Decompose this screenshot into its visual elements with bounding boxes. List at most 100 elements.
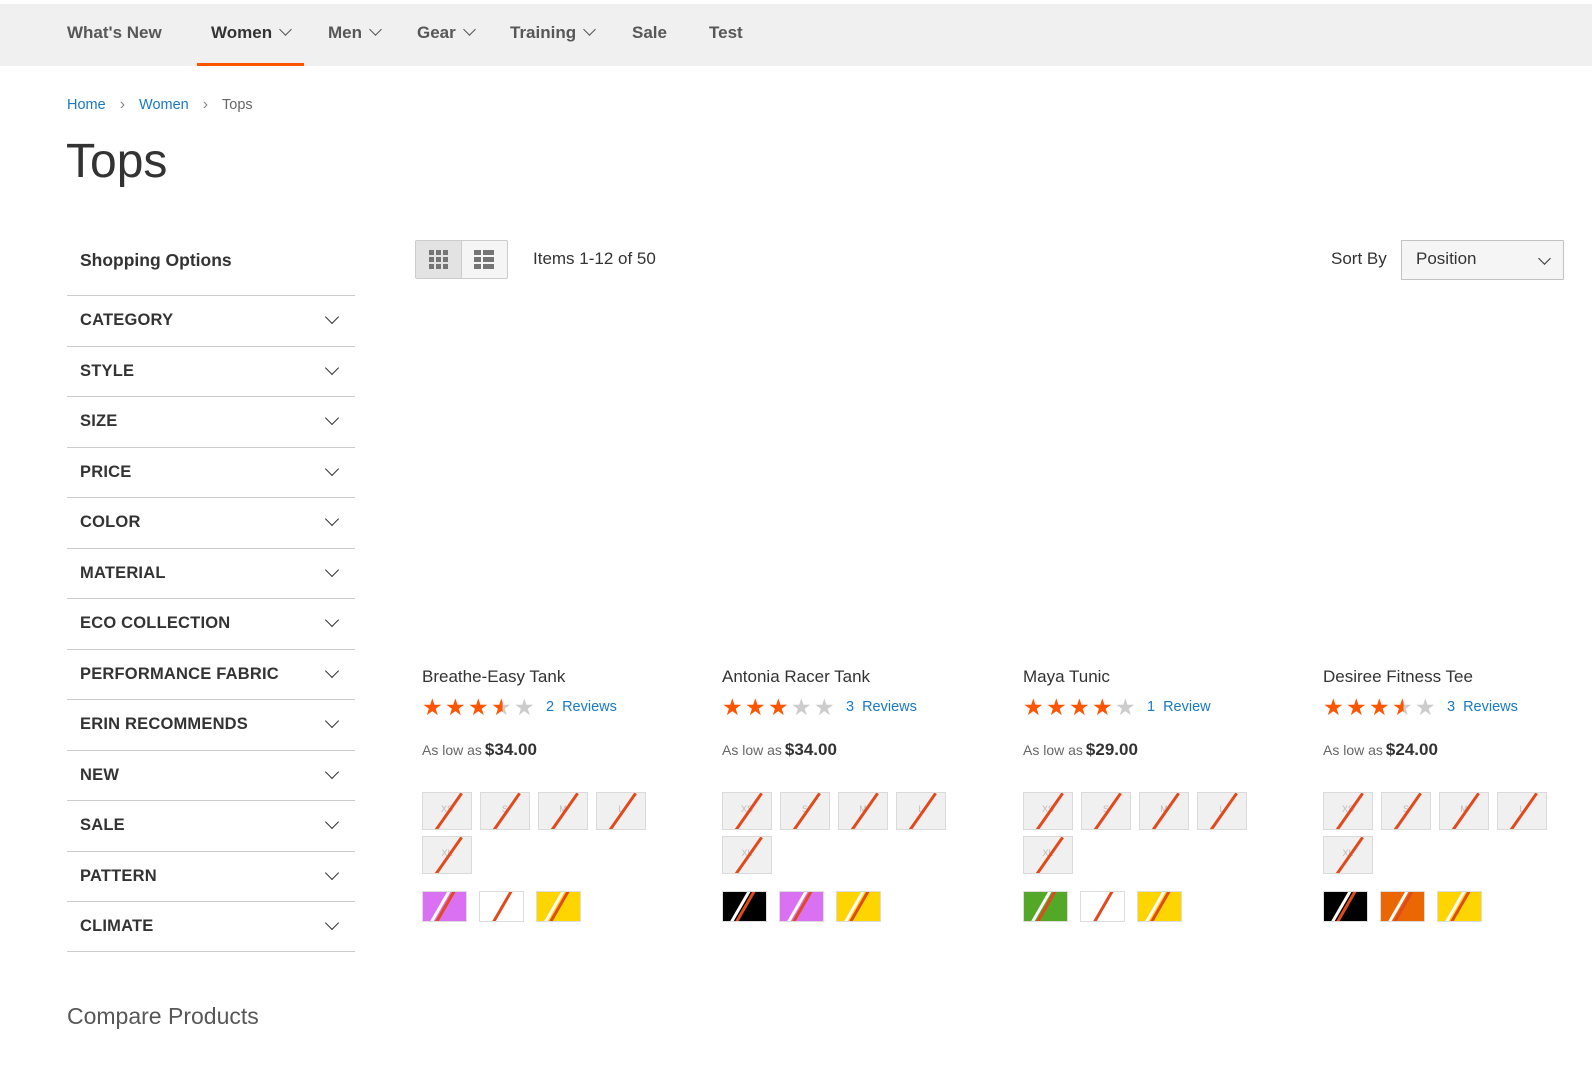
- nav-item-men[interactable]: Men: [328, 4, 382, 66]
- filter-category[interactable]: CATEGORY: [67, 295, 355, 346]
- size-swatch-label: XS: [740, 804, 753, 814]
- size-swatch[interactable]: L: [1497, 792, 1547, 830]
- product-image[interactable]: [780, 980, 970, 1077]
- size-swatch[interactable]: L: [896, 792, 946, 830]
- color-swatch[interactable]: [422, 891, 467, 922]
- filter-new[interactable]: NEW: [67, 749, 355, 801]
- product-image[interactable]: [1363, 320, 1583, 653]
- filter-label: MATERIAL: [80, 563, 166, 582]
- size-swatch[interactable]: L: [1197, 792, 1247, 830]
- filter-pattern[interactable]: PATTERN: [67, 850, 355, 902]
- nav-item-training[interactable]: Training: [510, 4, 596, 66]
- product-image[interactable]: [1080, 980, 1270, 1077]
- product-image[interactable]: [1063, 320, 1283, 653]
- chevron-down-icon: [324, 309, 340, 325]
- review-count: 2: [546, 699, 555, 715]
- size-swatch[interactable]: XL: [1023, 836, 1073, 874]
- chevron-down-icon: [324, 360, 340, 375]
- grid-view-button[interactable]: [416, 241, 462, 278]
- sidebar-shopping-options: Shopping Options CATEGORY STYLE SIZE PRICE C…: [67, 240, 355, 952]
- size-swatch[interactable]: XS: [422, 792, 472, 830]
- sort-by-select[interactable]: Position: [1401, 240, 1564, 280]
- product-name-link[interactable]: Breathe-Easy Tank: [422, 667, 565, 687]
- nav-item-women[interactable]: Women: [197, 4, 305, 66]
- size-swatch[interactable]: S: [1081, 792, 1131, 830]
- sort-select-value: Position: [1416, 249, 1477, 268]
- rating-star-icon: ★: [491, 696, 514, 719]
- size-swatch[interactable]: XS: [722, 792, 772, 830]
- filter-label: CLIMATE: [80, 917, 154, 935]
- review-count: 3: [846, 699, 855, 715]
- size-swatch[interactable]: XL: [1323, 836, 1373, 874]
- filter-price[interactable]: PRICE: [67, 446, 355, 498]
- reviews-link[interactable]: 1 Review: [1147, 699, 1211, 715]
- size-swatch[interactable]: M: [838, 792, 888, 830]
- review-count: 1: [1147, 699, 1156, 715]
- rating-star-icon: ★: [1115, 694, 1136, 720]
- review-label: Review: [1163, 699, 1211, 715]
- rating-star-icon: ★: [1092, 694, 1113, 720]
- size-swatch[interactable]: M: [1139, 792, 1189, 830]
- nav-item-test[interactable]: Test: [709, 4, 743, 66]
- filter-color[interactable]: COLOR: [67, 497, 355, 548]
- reviews-link[interactable]: 2 Reviews: [546, 699, 617, 715]
- product-rating: ★ ★ ★ ★ ★ 2 Reviews: [422, 694, 617, 720]
- list-view-button[interactable]: [462, 241, 508, 278]
- filter-sale[interactable]: SALE: [67, 800, 355, 851]
- color-swatch[interactable]: [836, 891, 881, 922]
- breadcrumb-home-link[interactable]: Home: [67, 97, 106, 113]
- chevron-down-icon: [324, 865, 340, 880]
- chevron-down-icon: [324, 814, 340, 830]
- rating-star-icon: ★: [468, 694, 489, 720]
- rating-star-icon: ★: [1046, 694, 1067, 720]
- size-swatch[interactable]: XS: [1323, 792, 1373, 830]
- filter-performance-fabric[interactable]: PERFORMANCE FABRIC: [67, 648, 355, 700]
- size-swatch[interactable]: M: [1439, 792, 1489, 830]
- size-swatch[interactable]: XS: [1023, 792, 1073, 830]
- size-swatch[interactable]: S: [480, 792, 530, 830]
- product-price: As low as $24.00: [1323, 740, 1438, 760]
- nav-item-sale[interactable]: Sale: [632, 4, 667, 66]
- color-swatch[interactable]: [1023, 891, 1068, 922]
- filter-erin-recommends[interactable]: ERIN RECOMMENDS: [67, 699, 355, 750]
- filter-size[interactable]: SIZE: [67, 396, 355, 447]
- product-name-link[interactable]: Antonia Racer Tank: [722, 667, 870, 687]
- nav-item-gear[interactable]: Gear: [417, 4, 476, 66]
- product-image[interactable]: [462, 320, 682, 653]
- size-swatch[interactable]: S: [780, 792, 830, 830]
- chevron-down-icon: [583, 23, 596, 36]
- size-swatches: XS S M L XL: [722, 792, 962, 874]
- filter-climate[interactable]: CLIMATE: [67, 901, 355, 952]
- chevron-down-icon: [324, 511, 340, 527]
- nav-label: Gear: [417, 23, 456, 42]
- size-swatch[interactable]: XL: [422, 836, 472, 874]
- product-name-link[interactable]: Desiree Fitness Tee: [1323, 667, 1473, 687]
- product-image[interactable]: [1370, 980, 1560, 1077]
- filter-label: PERFORMANCE FABRIC: [80, 664, 279, 683]
- product-name-link[interactable]: Maya Tunic: [1023, 667, 1110, 687]
- color-swatch[interactable]: [1323, 891, 1368, 922]
- filter-eco-collection[interactable]: ECO COLLECTION: [67, 598, 355, 649]
- product-image[interactable]: [480, 980, 670, 1077]
- color-swatch[interactable]: [536, 891, 581, 922]
- color-swatch[interactable]: [479, 891, 524, 922]
- size-swatch[interactable]: S: [1381, 792, 1431, 830]
- filter-material[interactable]: MATERIAL: [67, 547, 355, 599]
- color-swatch[interactable]: [1380, 891, 1425, 922]
- nav-label: What's New: [67, 23, 162, 42]
- color-swatch[interactable]: [1137, 891, 1182, 922]
- reviews-link[interactable]: 3 Reviews: [846, 699, 917, 715]
- size-swatch[interactable]: M: [538, 792, 588, 830]
- breadcrumb-women-link[interactable]: Women: [139, 97, 189, 113]
- size-swatch[interactable]: L: [596, 792, 646, 830]
- nav-item-whats-new[interactable]: What's New: [67, 4, 162, 66]
- color-swatch[interactable]: [722, 891, 767, 922]
- size-swatch[interactable]: XL: [722, 836, 772, 874]
- color-swatches: [1023, 891, 1182, 922]
- product-image[interactable]: [762, 320, 982, 653]
- reviews-link[interactable]: 3 Reviews: [1447, 699, 1518, 715]
- filter-style[interactable]: STYLE: [67, 345, 355, 397]
- color-swatch[interactable]: [1080, 891, 1125, 922]
- color-swatch[interactable]: [779, 891, 824, 922]
- color-swatch[interactable]: [1437, 891, 1482, 922]
